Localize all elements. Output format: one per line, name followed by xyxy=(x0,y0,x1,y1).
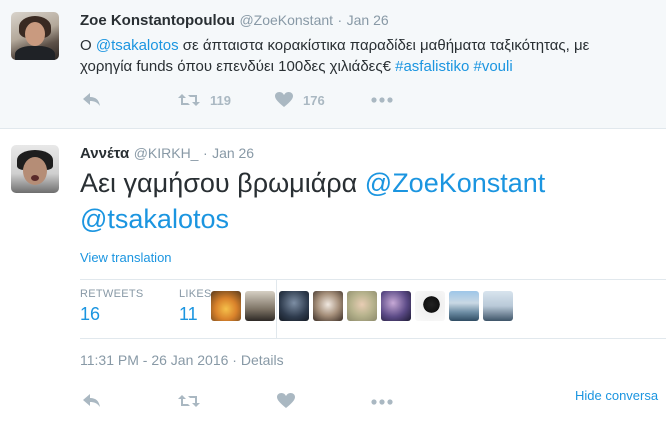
likes-stat[interactable]: LIKES 11 xyxy=(179,288,212,325)
more-button[interactable] xyxy=(371,97,393,103)
tweet-text: Αει γαμήσου βρωμιάρα @ZoeKonstant @tsaka… xyxy=(80,165,650,237)
more-button[interactable] xyxy=(371,399,393,405)
reply-button[interactable] xyxy=(82,393,102,409)
tweet-time[interactable]: Jan 26 xyxy=(212,145,254,161)
retweets-stat[interactable]: RETWEETS 16 xyxy=(80,288,144,325)
author-name[interactable]: Zoe Konstantopoulou xyxy=(80,12,235,29)
like-button[interactable] xyxy=(277,393,295,409)
retweet-button[interactable]: 119 xyxy=(178,92,231,108)
text-part: Αει γαμήσου βρωμιάρα xyxy=(80,168,365,198)
avatar-anneta[interactable] xyxy=(11,145,59,193)
retweet-button[interactable] xyxy=(178,393,200,409)
retweet-icon xyxy=(178,94,200,106)
tweet-header: Αννέτα @KIRKH_ · Jan 26 xyxy=(80,145,254,163)
retweet-count: 119 xyxy=(210,92,231,108)
avatar-mouth xyxy=(31,175,39,181)
retweets-label: RETWEETS xyxy=(80,288,144,300)
author-handle[interactable]: @KIRKH_ xyxy=(134,145,199,161)
hashtag-asfalistiko[interactable]: #asfalistiko xyxy=(395,58,469,75)
liker-avatar[interactable] xyxy=(245,291,275,321)
retweets-count: 16 xyxy=(80,304,101,324)
tweet-anneta: Αννέτα @KIRKH_ · Jan 26 Αει γαμήσου βρωμ… xyxy=(0,129,666,429)
reply-icon xyxy=(83,394,100,407)
reply-button[interactable] xyxy=(82,92,102,108)
hide-conversation-link[interactable]: Hide conversa xyxy=(575,388,658,403)
view-translation-link[interactable]: View translation xyxy=(80,250,172,265)
likes-count: 11 xyxy=(179,304,198,324)
tweet-time[interactable]: Jan 26 xyxy=(347,12,389,28)
separator-dot: · xyxy=(337,12,343,28)
like-button[interactable]: 176 xyxy=(275,92,325,108)
heart-icon xyxy=(277,393,295,408)
stats-divider xyxy=(276,280,277,338)
reply-icon xyxy=(83,93,100,106)
avatar-zoe[interactable] xyxy=(11,12,59,60)
liker-avatar[interactable] xyxy=(415,291,445,321)
liker-avatar[interactable] xyxy=(449,291,479,321)
liker-avatar[interactable] xyxy=(211,291,241,321)
text-part: Ο xyxy=(80,37,96,54)
hashtag-vouli[interactable]: #vouli xyxy=(474,58,513,75)
like-count: 176 xyxy=(303,92,325,108)
liker-avatar[interactable] xyxy=(483,291,513,321)
tweet-datetime[interactable]: 11:31 PM - 26 Jan 2016 · Details xyxy=(80,352,284,368)
liker-avatar[interactable] xyxy=(347,291,377,321)
mention-tsakalotos[interactable]: @tsakalotos xyxy=(96,37,179,54)
more-icon xyxy=(371,97,393,103)
mention-zoekonstant[interactable]: @ZoeKonstant xyxy=(365,168,546,198)
separator-dot: · xyxy=(202,145,208,161)
likes-label: LIKES xyxy=(179,288,212,300)
liker-avatar[interactable] xyxy=(279,291,309,321)
mention-tsakalotos[interactable]: @tsakalotos xyxy=(80,204,229,234)
tweet-header: Zoe Konstantopoulou @ZoeKonstant · Jan 2… xyxy=(80,12,389,30)
author-name[interactable]: Αννέτα xyxy=(80,145,129,162)
tweet-zoe[interactable]: Zoe Konstantopoulou @ZoeKonstant · Jan 2… xyxy=(0,0,666,129)
avatar-face xyxy=(25,22,45,46)
retweet-icon xyxy=(178,395,200,407)
avatar-body xyxy=(15,46,55,60)
heart-icon xyxy=(275,92,293,107)
more-icon xyxy=(371,399,393,405)
author-handle[interactable]: @ZoeKonstant xyxy=(239,12,333,28)
tweet-text: Ο @tsakalotos σε άπταιστα κορακίστικα πα… xyxy=(80,35,645,77)
liker-avatar[interactable] xyxy=(381,291,411,321)
liker-avatar[interactable] xyxy=(313,291,343,321)
